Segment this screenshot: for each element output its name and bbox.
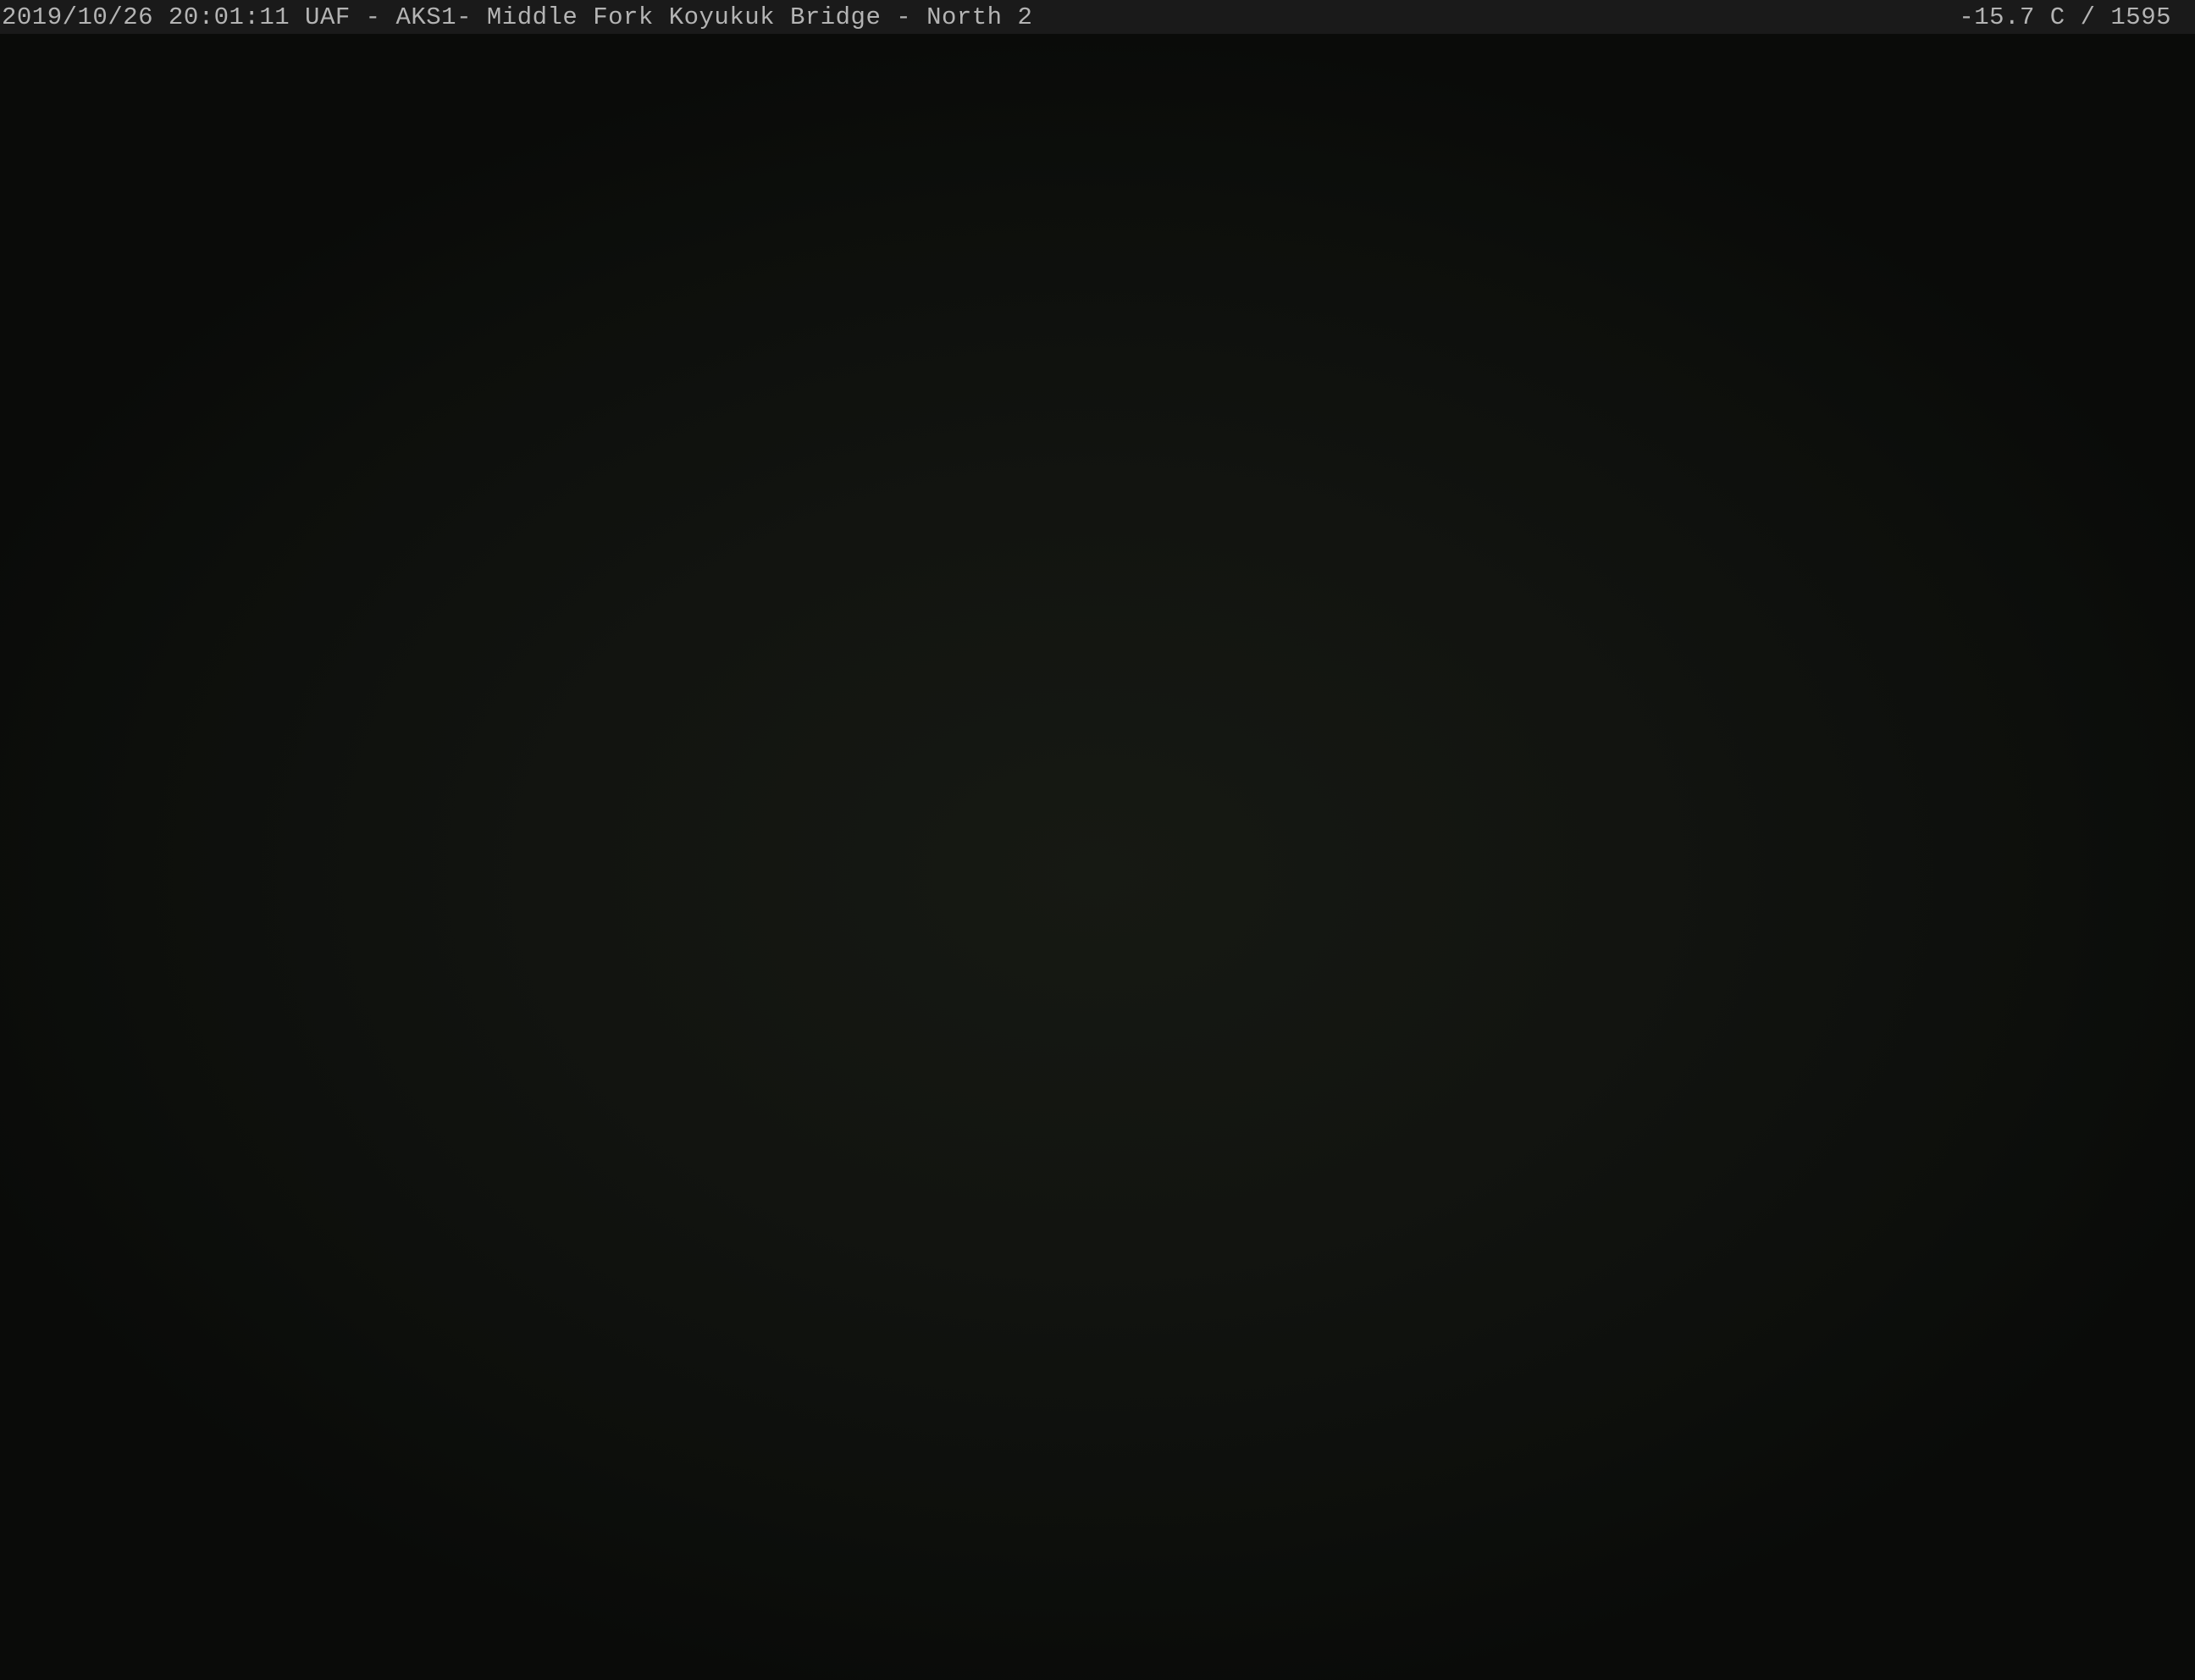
camera-timestamp-label: 2019/10/26 20:01:11 UAF - AKS1- Middle F… bbox=[2, 3, 1033, 31]
timestamp-overlay: 2019/10/26 20:01:11 UAF - AKS1- Middle F… bbox=[0, 0, 2195, 34]
webcam-frame: 2019/10/26 20:01:11 UAF - AKS1- Middle F… bbox=[0, 0, 2195, 1680]
temperature-readout: -15.7 C / 1595 bbox=[1959, 3, 2171, 31]
night-scene-image bbox=[0, 34, 2195, 1680]
